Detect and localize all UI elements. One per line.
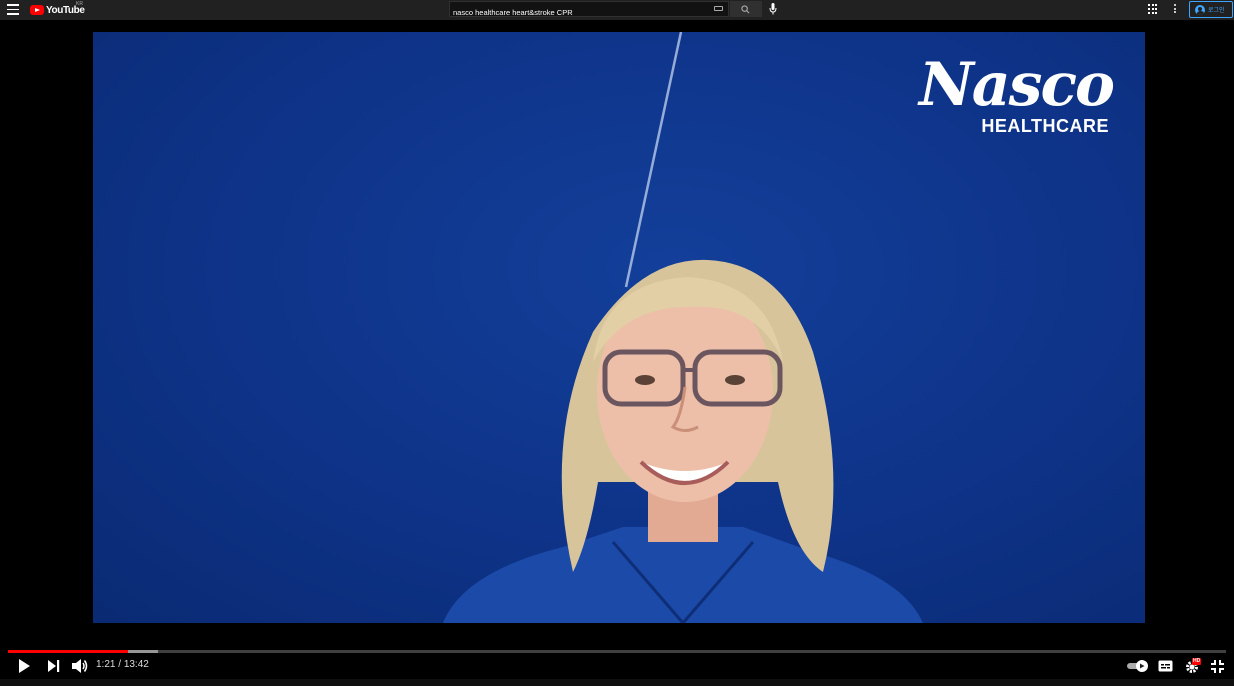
next-button[interactable] (46, 657, 62, 675)
autoplay-icon (1127, 660, 1148, 672)
skip-next-icon (48, 660, 60, 672)
microphone-icon (769, 3, 777, 15)
play-button[interactable] (16, 657, 32, 675)
search-button[interactable] (730, 1, 762, 17)
account-icon (1195, 4, 1205, 15)
time-display: 1:21 / 13:42 (96, 659, 149, 670)
login-button[interactable]: 로그인 (1189, 1, 1233, 18)
progress-played (8, 650, 128, 653)
nasco-healthcare-logo: Nasco HEALTHCARE (913, 50, 1115, 160)
apps-icon[interactable] (1148, 4, 1158, 14)
brand-script: Nasco (918, 50, 1115, 120)
exit-fullscreen-button[interactable] (1211, 657, 1225, 675)
autoplay-toggle[interactable] (1127, 657, 1149, 675)
mute-button[interactable] (71, 657, 89, 675)
youtube-logo[interactable]: YouTube KR (30, 1, 85, 18)
keyboard-icon[interactable] (714, 6, 723, 11)
bottom-strip (0, 679, 1234, 686)
subtitles-icon (1158, 660, 1173, 672)
hd-badge: HD (1192, 658, 1202, 665)
youtube-play-icon (30, 5, 44, 15)
search-input[interactable] (450, 5, 708, 20)
more-options-icon[interactable] (1174, 4, 1177, 15)
subtitles-button[interactable] (1158, 657, 1173, 675)
menu-icon[interactable] (7, 4, 19, 15)
volume-icon (72, 659, 88, 673)
logo-region: KR (76, 1, 83, 7)
exit-fullscreen-icon (1211, 660, 1224, 673)
play-icon (19, 659, 30, 673)
voice-search-button[interactable] (767, 1, 779, 17)
settings-button[interactable]: HD (1185, 657, 1203, 675)
time-current: 1:21 (96, 659, 116, 670)
top-bar: YouTube KR 로그인 (0, 0, 1234, 20)
video-frame[interactable]: Nasco HEALTHCARE (93, 32, 1145, 623)
time-separator: / (118, 659, 122, 670)
time-total: 13:42 (123, 659, 149, 670)
search-icon (741, 5, 750, 14)
search-box (449, 1, 729, 20)
login-label: 로그인 (1208, 8, 1225, 14)
progress-bar[interactable] (8, 650, 1226, 653)
presenter (443, 259, 923, 623)
